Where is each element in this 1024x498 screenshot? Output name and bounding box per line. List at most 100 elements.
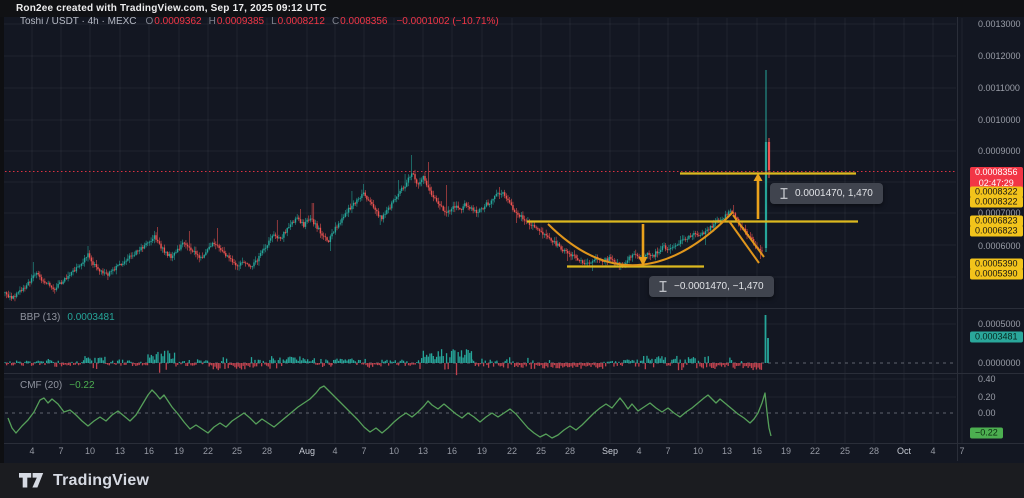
cmf-pane-label[interactable]: CMF (20) −0.22 xyxy=(20,380,95,391)
candle-body xyxy=(648,253,649,255)
candle-body xyxy=(217,245,218,246)
candle-body xyxy=(207,249,208,252)
chart-plot-canvas[interactable] xyxy=(0,0,1024,498)
bbp-bar xyxy=(26,361,27,363)
bbp-bar xyxy=(304,359,305,363)
candle-body xyxy=(320,228,321,234)
attribution-bar: Ron2ee created with TradingView.com, Sep… xyxy=(0,0,1024,17)
candle-body xyxy=(52,287,53,289)
candle-body xyxy=(172,256,173,258)
candle-body xyxy=(170,254,171,258)
candle-body xyxy=(521,215,522,216)
ohlc-o: O0.0009362 xyxy=(146,16,202,27)
bbp-bar xyxy=(144,363,145,365)
symbol-title[interactable]: Toshi / USDT · 4h · MEXC xyxy=(20,16,137,27)
bbp-bar xyxy=(98,358,99,363)
ohlc-letter: H xyxy=(209,16,216,27)
candle-body xyxy=(57,284,58,288)
candle-body xyxy=(560,246,561,249)
candle-body xyxy=(366,196,367,199)
bbp-bar xyxy=(701,363,702,367)
bbp-bar xyxy=(84,356,85,363)
bbp-bar xyxy=(24,362,25,363)
symbol-info-row[interactable]: Toshi / USDT · 4h · MEXC O0.0009362 H 0.00… xyxy=(20,16,499,27)
bbp-bar xyxy=(241,363,242,369)
candle-wick xyxy=(194,246,195,255)
candle-body xyxy=(238,266,239,267)
candle-body xyxy=(278,237,279,238)
bbp-bar xyxy=(599,363,600,367)
bbp-bar xyxy=(739,363,740,366)
candle-body xyxy=(147,243,148,244)
bbp-bar xyxy=(278,360,279,363)
measure-tooltip-down[interactable]: −0.0001470, −1,470 xyxy=(649,276,774,297)
bbp-bar xyxy=(207,361,208,363)
bbp-bar xyxy=(200,361,201,363)
bbp-bar xyxy=(14,363,15,364)
bbp-bar xyxy=(139,363,140,365)
bbp-bar xyxy=(473,361,474,363)
candle-body xyxy=(519,215,520,217)
candle-wick xyxy=(176,250,177,255)
candle-wick xyxy=(216,241,217,249)
candle-body xyxy=(434,197,435,198)
time-axis-label: 19 xyxy=(174,446,184,456)
bbp-bar xyxy=(723,363,724,365)
candle-wick xyxy=(587,259,588,266)
bbp-bar xyxy=(493,363,494,367)
bbp-pane-label[interactable]: BBP (13) 0.0003481 xyxy=(20,312,115,323)
bbp-indicator-name: BBP (13) xyxy=(20,312,60,323)
candle-wick xyxy=(674,243,675,248)
candle-body xyxy=(678,244,679,245)
candle-body xyxy=(96,264,97,267)
bbp-bar xyxy=(127,361,128,363)
bbp-bar xyxy=(147,363,148,365)
bbp-bar xyxy=(481,359,482,363)
candle-body xyxy=(467,206,468,207)
candle-body xyxy=(474,210,475,211)
ohlc-value: 0.0009362 xyxy=(154,16,201,27)
candle-body xyxy=(532,225,533,226)
bbp-bar xyxy=(288,357,289,363)
candle-body xyxy=(657,251,658,253)
candle-body xyxy=(23,288,24,291)
bbp-bar xyxy=(734,363,735,369)
bbp-bar xyxy=(706,363,707,367)
candle-wick xyxy=(237,264,238,270)
candle-body xyxy=(315,223,316,224)
candle-wick xyxy=(255,256,256,264)
bbp-bar xyxy=(13,363,14,365)
bbp-bar xyxy=(728,363,729,366)
bbp-bar xyxy=(661,356,662,363)
bbp-bar xyxy=(151,355,152,363)
measure-tooltip-up[interactable]: 0.0001470, 1,470 xyxy=(770,183,883,204)
candle-body xyxy=(318,228,319,229)
bbp-bar xyxy=(529,363,530,365)
bbp-bar xyxy=(655,359,656,363)
bbp-bar xyxy=(86,358,87,363)
candle-body xyxy=(650,255,651,256)
candle-wick xyxy=(189,231,190,251)
bbp-bar xyxy=(603,362,604,363)
bbp-bar xyxy=(122,360,123,363)
candle-wick xyxy=(461,208,462,213)
candle-wick xyxy=(660,246,661,254)
candle-body xyxy=(365,193,366,196)
candle-body xyxy=(550,238,551,240)
candle-wick xyxy=(124,257,125,265)
bbp-bar xyxy=(172,358,173,363)
candle-body xyxy=(378,211,379,216)
bbp-bar xyxy=(490,360,491,363)
candle-body xyxy=(208,247,209,249)
handle-trendline-1[interactable] xyxy=(729,221,759,263)
candle-body xyxy=(106,273,107,274)
candle-body xyxy=(428,185,429,187)
bbp-bar xyxy=(99,358,100,363)
candle-wick xyxy=(209,243,210,250)
bbp-bar xyxy=(585,363,586,367)
bbp-bar xyxy=(115,363,116,365)
candle-body xyxy=(562,250,563,252)
bbp-bar xyxy=(475,363,476,366)
candle-body xyxy=(408,178,409,183)
candle-body xyxy=(612,259,613,260)
